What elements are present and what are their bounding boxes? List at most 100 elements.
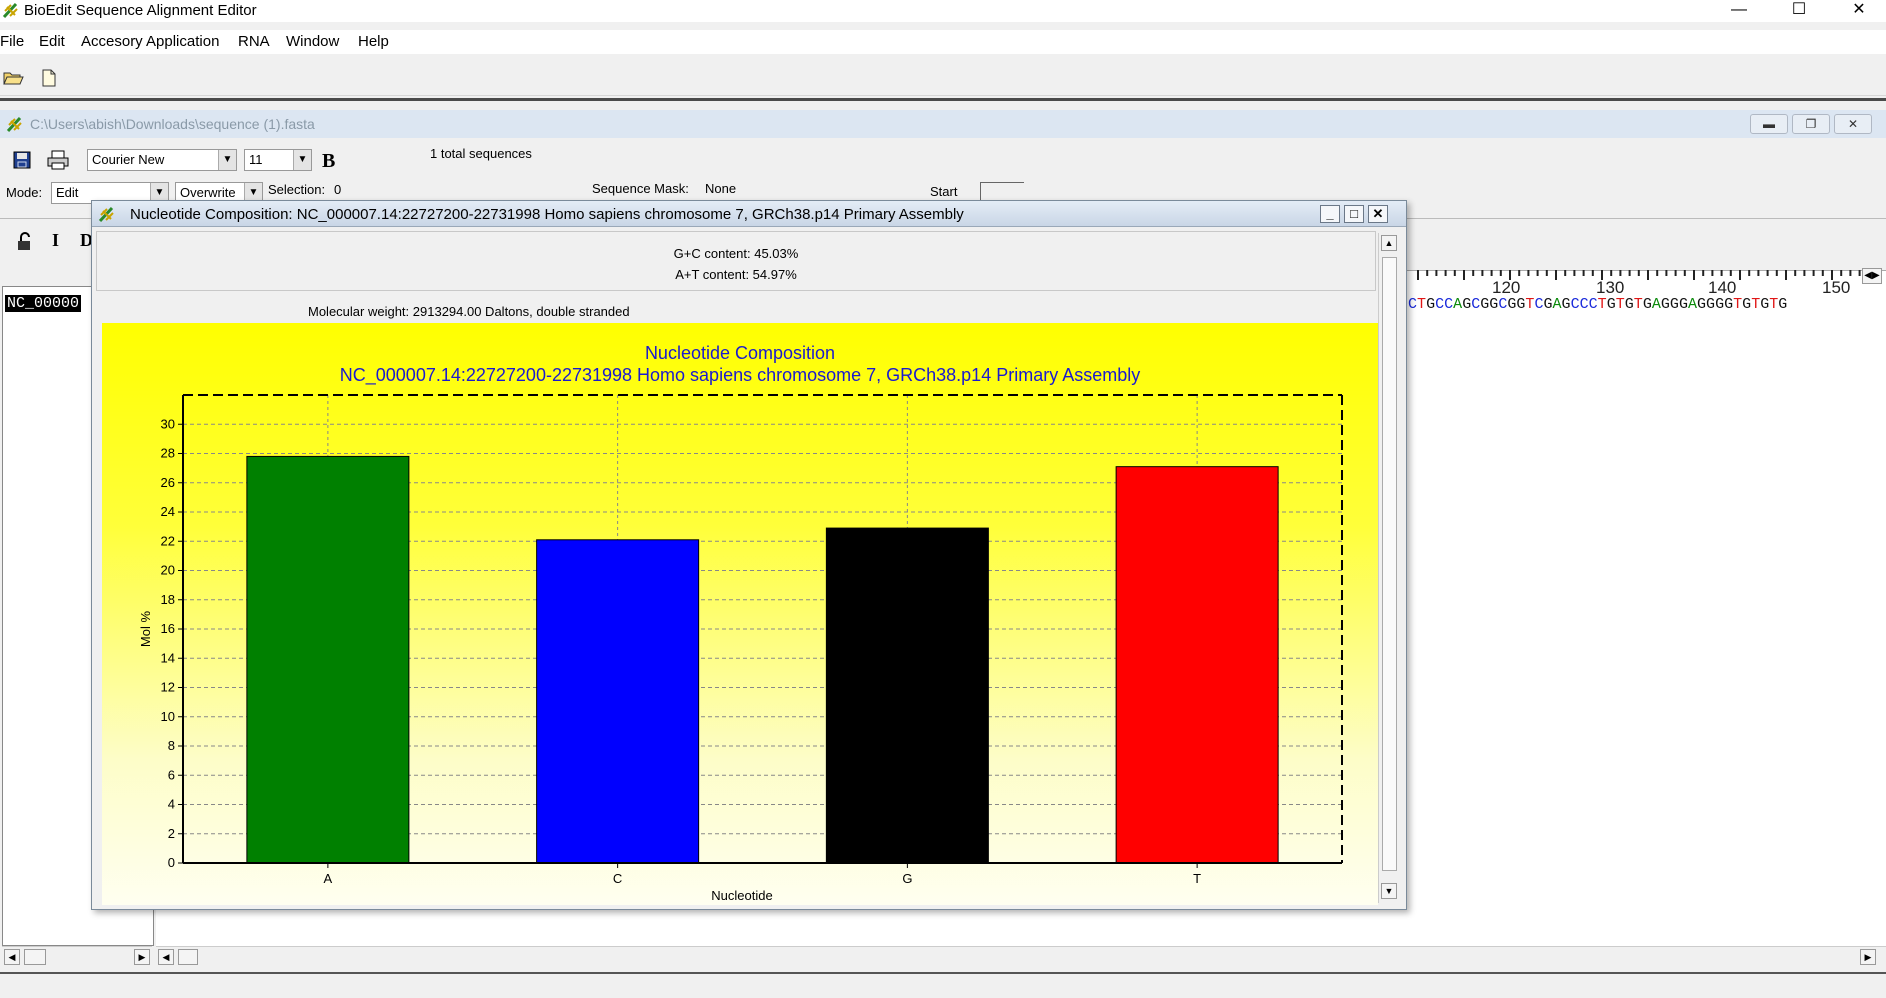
bar-T bbox=[1115, 466, 1279, 864]
y-tick-label: 18 bbox=[161, 592, 175, 607]
bold-button[interactable]: B bbox=[322, 150, 335, 173]
nucleotide-C: C bbox=[1579, 296, 1589, 313]
scroll-left-icon[interactable]: ◀ bbox=[158, 949, 174, 965]
y-tick-label: 26 bbox=[161, 475, 175, 490]
dialog-vertical-scrollbar[interactable]: ▲ ▼ bbox=[1378, 233, 1400, 903]
x-axis-label: Nucleotide bbox=[711, 888, 772, 903]
font-select[interactable]: Courier New ▼ bbox=[87, 149, 237, 171]
y-tick-label: 16 bbox=[161, 621, 175, 636]
menu-bar: File Edit Accesory Application RNA Windo… bbox=[0, 30, 1886, 54]
status-bar bbox=[0, 972, 1886, 998]
menu-edit[interactable]: Edit bbox=[39, 33, 65, 50]
y-tick-label: 22 bbox=[161, 533, 175, 548]
nucleotide-C: C bbox=[1570, 296, 1580, 313]
scroll-right-icon[interactable]: ▶ bbox=[134, 949, 150, 965]
menu-help[interactable]: Help bbox=[358, 33, 389, 50]
x-tick-label-C: C bbox=[613, 871, 622, 886]
scroll-right-icon[interactable]: ▶ bbox=[1860, 949, 1876, 965]
open-folder-icon[interactable] bbox=[2, 67, 24, 89]
gc-content: G+C content: 45.03% bbox=[673, 246, 799, 261]
nucleotide-C: C bbox=[1588, 296, 1598, 313]
sequence-name-selected[interactable]: NC_00000 bbox=[5, 295, 82, 312]
dialog-minimize-button[interactable]: _ bbox=[1320, 205, 1340, 223]
save-icon[interactable] bbox=[12, 150, 32, 170]
y-tick-label: 10 bbox=[161, 709, 175, 724]
minimize-button[interactable]: — bbox=[1716, 0, 1762, 22]
bar-G bbox=[825, 527, 989, 864]
nucleotide-T: T bbox=[1597, 296, 1607, 313]
unlock-icon[interactable] bbox=[16, 232, 34, 252]
scroll-thumb[interactable] bbox=[1382, 257, 1397, 871]
nucleotide-T: T bbox=[1751, 296, 1761, 313]
nucleotide-C: C bbox=[1471, 296, 1481, 313]
menu-rna[interactable]: RNA bbox=[238, 33, 270, 50]
chart-title: Nucleotide Composition bbox=[645, 343, 835, 363]
names-horizontal-scrollbar[interactable]: ◀ ▶ bbox=[2, 946, 152, 966]
nucleotide-composition-dialog: Nucleotide Composition: NC_000007.14:227… bbox=[91, 200, 1407, 910]
scroll-thumb[interactable] bbox=[24, 949, 46, 965]
app-title-bar: BioEdit Sequence Alignment Editor — ☐ ✕ bbox=[0, 0, 1886, 22]
nucleotide-G: G bbox=[1543, 296, 1553, 313]
document-path: C:\Users\abish\Downloads\sequence (1).fa… bbox=[30, 116, 315, 132]
font-select-value: Courier New bbox=[92, 152, 165, 167]
chart-subtitle: NC_000007.14:22727200-22731998 Homo sapi… bbox=[340, 365, 1140, 386]
menu-accesory-application[interactable]: Accesory Application bbox=[81, 33, 219, 50]
nucleotide-C: C bbox=[1408, 296, 1418, 313]
menu-window[interactable]: Window bbox=[286, 33, 339, 50]
nucleotide-C: C bbox=[1444, 296, 1454, 313]
nucleotide-A: A bbox=[1651, 296, 1661, 313]
selection-value: 0 bbox=[334, 182, 342, 197]
nucleotide-G: G bbox=[1760, 296, 1770, 313]
scroll-thumb[interactable] bbox=[178, 949, 198, 965]
doc-restore-button[interactable]: ❐ bbox=[1792, 114, 1830, 134]
new-document-icon[interactable] bbox=[38, 67, 60, 89]
x-tick-label-T: T bbox=[1193, 871, 1201, 886]
print-icon[interactable] bbox=[46, 150, 70, 170]
font-size-select[interactable]: 11 ▼ bbox=[244, 149, 312, 171]
overwrite-select-value: Overwrite bbox=[180, 185, 236, 200]
total-sequences: 1 total sequences bbox=[430, 146, 532, 161]
dialog-maximize-button[interactable]: □ bbox=[1344, 205, 1364, 223]
nucleotide-T: T bbox=[1615, 296, 1625, 313]
dialog-title-bar: Nucleotide Composition: NC_000007.14:227… bbox=[92, 201, 1406, 227]
close-button[interactable]: ✕ bbox=[1836, 0, 1882, 22]
composition-stats-panel: G+C content: 45.03% A+T content: 54.97% bbox=[96, 231, 1376, 291]
doc-close-button[interactable]: ✕ bbox=[1834, 114, 1872, 134]
menu-file[interactable]: File bbox=[0, 33, 24, 50]
scroll-left-icon[interactable]: ◀ bbox=[4, 949, 20, 965]
nucleotide-G: G bbox=[1678, 296, 1688, 313]
sequence-horizontal-scrollbar[interactable]: ◀ ▶ bbox=[156, 946, 1886, 966]
app-title: BioEdit Sequence Alignment Editor bbox=[24, 2, 257, 19]
format-toolbar: Courier New ▼ 11 ▼ B 1 total sequences bbox=[0, 146, 1886, 176]
nucleotide-G: G bbox=[1624, 296, 1634, 313]
y-tick-label: 30 bbox=[161, 416, 175, 431]
chevron-down-icon: ▼ bbox=[218, 150, 236, 170]
at-content: A+T content: 54.97% bbox=[675, 267, 797, 282]
main-toolbar bbox=[0, 62, 1886, 96]
doc-minimize-button[interactable]: ▬ bbox=[1750, 114, 1788, 134]
nucleotide-G: G bbox=[1480, 296, 1490, 313]
nucleotide-G: G bbox=[1561, 296, 1571, 313]
sequence-line[interactable]: CTGCCAGCGGCGGTCGAGCCCTGTGTGAGGGAGGGGTGTG… bbox=[1408, 296, 1787, 313]
maximize-button[interactable]: ☐ bbox=[1776, 0, 1822, 22]
dialog-close-button[interactable]: ✕ bbox=[1368, 205, 1388, 223]
y-axis-label: Mol % bbox=[138, 611, 153, 648]
chart-background: Nucleotide Composition NC_000007.14:22727… bbox=[102, 323, 1378, 905]
bioedit-logo-icon bbox=[6, 116, 22, 133]
scroll-down-icon[interactable]: ▼ bbox=[1381, 883, 1397, 899]
scroll-up-icon[interactable]: ▲ bbox=[1381, 235, 1397, 251]
nucleotide-G: G bbox=[1697, 296, 1707, 313]
nucleotide-C: C bbox=[1498, 296, 1508, 313]
start-field[interactable] bbox=[980, 182, 1024, 202]
nucleotide-G: G bbox=[1642, 296, 1652, 313]
ruler-label-130: 130 bbox=[1596, 278, 1625, 297]
ruler-scroll-button[interactable]: ◀▶ bbox=[1862, 268, 1882, 284]
mode-select-value: Edit bbox=[56, 185, 79, 200]
ruler-label-120: 120 bbox=[1492, 278, 1521, 297]
nucleotide-G: G bbox=[1669, 296, 1679, 313]
dialog-title: Nucleotide Composition: NC_000007.14:227… bbox=[130, 206, 964, 223]
document-title-bar: C:\Users\abish\Downloads\sequence (1).fa… bbox=[0, 110, 1886, 138]
nucleotide-A: A bbox=[1552, 296, 1562, 313]
italic-button[interactable]: I bbox=[52, 230, 59, 251]
sequence-mask-label: Sequence Mask: bbox=[592, 181, 689, 196]
